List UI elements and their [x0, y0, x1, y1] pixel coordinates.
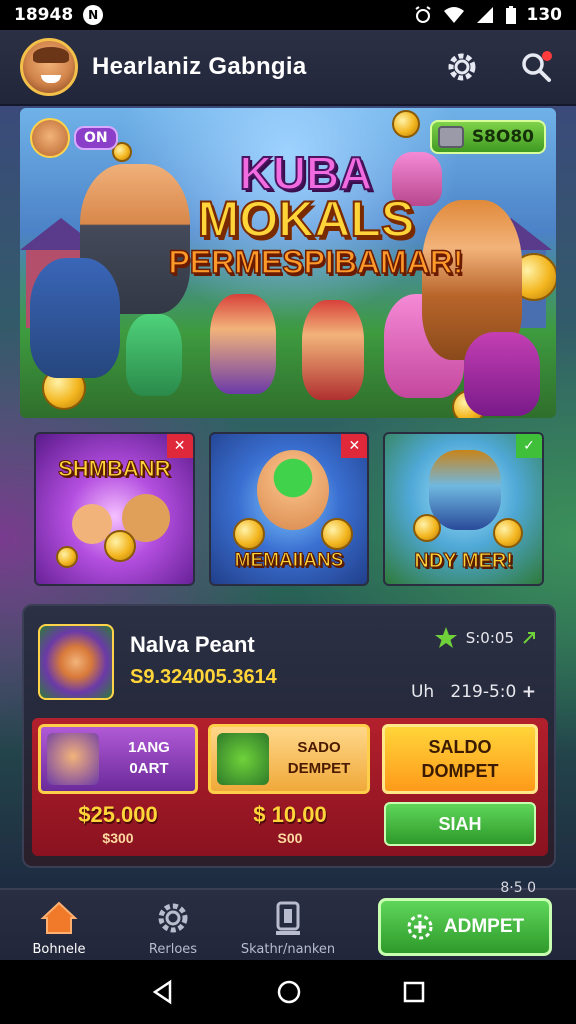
wallet-option-2[interactable]: SADO DEMPET: [208, 724, 370, 794]
chest-icon: [437, 126, 464, 148]
battery-icon: [505, 6, 516, 24]
wallet-date-value: 219-5:0: [450, 682, 517, 702]
banner-chest-value: S8O80: [471, 127, 534, 147]
price-value: $ 10.00: [253, 802, 327, 827]
trend-up-icon: [523, 632, 535, 644]
add-dompet-label: ADMPET: [443, 916, 525, 937]
game-card-2[interactable]: ✕ MEMAIIANS: [208, 432, 370, 586]
plus-icon[interactable]: +: [522, 682, 536, 702]
banner-character-goblin: [126, 314, 182, 396]
coin-icon: [493, 518, 524, 548]
wallet-amount: S9.324005.3614: [130, 666, 277, 688]
coin-icon: [320, 518, 353, 550]
gear-icon: [448, 53, 476, 81]
promo-banner[interactable]: KUBA MOKALS PERMESPIBAMAR! ON S8O80: [20, 108, 556, 418]
user-avatar[interactable]: [20, 38, 78, 96]
wallet-name: Nalva Peant: [130, 632, 255, 657]
wallet-options: 1ANG 0ART SADO DEMPET SALDO DOMPET $25.0…: [32, 718, 548, 856]
add-wallet-icon: [407, 914, 433, 940]
nav-extra-text: 8·5 0: [500, 880, 536, 896]
wallet-option-1[interactable]: 1ANG 0ART: [38, 724, 198, 794]
card-corner-badge: ✕: [166, 434, 193, 458]
bottom-navigation: Bohnele Rerloes Skathr/nanken ADMPET: [0, 888, 576, 960]
banner-left-badge[interactable]: ON: [30, 118, 118, 158]
wallet-action-button[interactable]: SIAH: [384, 802, 536, 846]
wallet-thumbnail: [38, 624, 114, 700]
nav-home-label: Bohnele: [32, 942, 86, 957]
search-button[interactable]: [516, 47, 556, 87]
back-icon[interactable]: [150, 979, 176, 1005]
banner-title-line3: PERMESPIBAMAR!: [168, 243, 465, 281]
game-card-label: NDY MER!: [414, 550, 514, 573]
star-icon: [434, 627, 457, 648]
game-card-label: SHMBANR: [58, 456, 171, 482]
add-dompet-button[interactable]: ADMPET: [378, 898, 552, 956]
wallet-option-line2: DOMPET: [421, 761, 499, 781]
settings-button[interactable]: [442, 47, 482, 87]
wallet-date: Uh 219-5:0 +: [411, 682, 536, 702]
wallet-panel: Nalva Peant S9.324005.3614 S:0:05 Uh 219…: [22, 604, 556, 868]
status-bar: 18948 N 130: [0, 0, 576, 30]
coin-icon: [56, 546, 78, 568]
wallet-date-prefix: Uh: [410, 682, 435, 702]
card-corner-badge: ✓: [516, 434, 543, 458]
signal-icon: [476, 7, 493, 23]
gear-icon: [158, 903, 188, 933]
wallet-rating: S:0:05: [434, 626, 536, 650]
card-corner-badge: ✕: [341, 434, 368, 458]
notification-dot: [542, 51, 552, 61]
price-sub: $300: [102, 830, 134, 846]
status-time: 18948: [14, 5, 74, 25]
nav-home[interactable]: Bohnele: [22, 898, 96, 957]
game-cards-row: ✕ SHMBANR ✕ MEMAIIANS ✓ NDY MER!: [34, 432, 545, 586]
app-notification-icon: N: [83, 5, 104, 25]
nav-settings-label: Rerloes: [148, 942, 198, 957]
wallet-price-2: $ 10.00 S00: [210, 802, 370, 846]
saldo-dompet-button[interactable]: SALDO DOMPET: [382, 724, 538, 794]
app-title: Hearlaniz Gabngia: [92, 53, 307, 80]
price-sub: S00: [277, 830, 303, 846]
wallet-option-line1: SALDO: [428, 737, 492, 757]
status-battery-text: 130: [526, 5, 563, 25]
mini-avatar: [30, 118, 70, 158]
wallet-option-line1: SADO: [297, 739, 341, 756]
game-card-1[interactable]: ✕ SHMBANR: [34, 432, 195, 586]
nav-stats[interactable]: Skathr/nanken: [236, 898, 340, 957]
wallet-option-thumbnail: [47, 733, 99, 785]
wallet-option-thumbnail: [217, 733, 269, 785]
wifi-icon: [443, 7, 464, 23]
card-character: [429, 450, 502, 530]
wallet-option-line2: DEMPET: [287, 760, 351, 777]
wallet-rating-value: S:0:05: [465, 629, 514, 647]
banner-title-line2: MOKALS: [197, 190, 416, 248]
home-icon: [40, 901, 78, 934]
banner-character-ninja: [464, 332, 540, 416]
trophy-icon: [276, 901, 300, 935]
coin-icon: [104, 530, 136, 562]
banner-character-red: [302, 300, 364, 400]
game-card-label: MEMAIIANS: [234, 550, 344, 572]
coin-icon: [392, 110, 420, 138]
home-circle-icon[interactable]: [276, 979, 302, 1005]
wallet-option-line1: 1ANG: [128, 739, 170, 756]
game-card-3[interactable]: ✓ NDY MER!: [383, 432, 545, 586]
banner-left-badge-label: ON: [74, 126, 118, 150]
coin-icon: [413, 514, 442, 542]
wallet-price-1: $25.000 $300: [38, 802, 198, 846]
coin-icon: [232, 518, 265, 550]
recents-icon[interactable]: [402, 980, 426, 1004]
card-character: [256, 450, 329, 530]
banner-character-kid: [210, 294, 276, 394]
price-value: $25.000: [78, 802, 158, 827]
banner-chest-badge[interactable]: S8O80: [429, 120, 546, 154]
system-navigation-bar: [0, 960, 576, 1024]
app-header: Hearlaniz Gabngia: [0, 30, 576, 106]
wallet-option-line2: 0ART: [129, 760, 169, 777]
alarm-icon: [414, 6, 431, 23]
nav-stats-label: Skathr/nanken: [240, 942, 336, 957]
nav-settings[interactable]: Rerloes: [136, 898, 210, 957]
